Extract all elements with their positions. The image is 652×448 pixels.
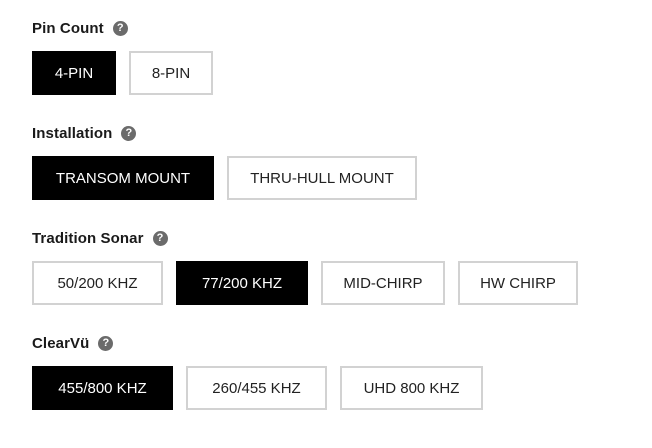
- help-icon[interactable]: ?: [121, 125, 137, 141]
- pin-count-options: 4-PIN 8-PIN: [32, 51, 226, 95]
- installation-title: Installation: [32, 124, 113, 142]
- option-8-pin[interactable]: 8-PIN: [129, 51, 213, 95]
- clearvu-group: ClearVü ? 455/800 KHZ 260/455 KHZ UHD 80…: [32, 333, 496, 410]
- installation-options: TRANSOM MOUNT THRU-HULL MOUNT: [32, 156, 430, 200]
- option-50-200-khz[interactable]: 50/200 KHZ: [32, 261, 163, 305]
- option-260-455-khz[interactable]: 260/455 KHZ: [186, 366, 327, 410]
- help-icon[interactable]: ?: [152, 230, 168, 246]
- option-uhd-800-khz[interactable]: UHD 800 KHZ: [340, 366, 483, 410]
- option-mid-chirp[interactable]: MID-CHIRP: [321, 261, 445, 305]
- pin-count-group: Pin Count ? 4-PIN 8-PIN: [32, 18, 226, 95]
- installation-group: Installation ? TRANSOM MOUNT THRU-HULL M…: [32, 123, 430, 200]
- help-icon[interactable]: ?: [98, 335, 114, 351]
- help-icon[interactable]: ?: [112, 20, 128, 36]
- option-455-800-khz[interactable]: 455/800 KHZ: [32, 366, 173, 410]
- option-thru-hull-mount[interactable]: THRU-HULL MOUNT: [227, 156, 417, 200]
- tradition-sonar-group: Tradition Sonar ? 50/200 KHZ 77/200 KHZ …: [32, 228, 591, 305]
- option-77-200-khz[interactable]: 77/200 KHZ: [176, 261, 308, 305]
- tradition-sonar-title: Tradition Sonar: [32, 229, 144, 247]
- option-hw-chirp[interactable]: HW CHIRP: [458, 261, 578, 305]
- option-4-pin[interactable]: 4-PIN: [32, 51, 116, 95]
- clearvu-title: ClearVü: [32, 334, 90, 352]
- pin-count-title: Pin Count: [32, 19, 104, 37]
- option-transom-mount[interactable]: TRANSOM MOUNT: [32, 156, 214, 200]
- tradition-sonar-options: 50/200 KHZ 77/200 KHZ MID-CHIRP HW CHIRP: [32, 261, 591, 305]
- tradition-sonar-header: Tradition Sonar ?: [32, 228, 591, 248]
- pin-count-header: Pin Count ?: [32, 18, 226, 38]
- clearvu-header: ClearVü ?: [32, 333, 496, 353]
- installation-header: Installation ?: [32, 123, 430, 143]
- clearvu-options: 455/800 KHZ 260/455 KHZ UHD 800 KHZ: [32, 366, 496, 410]
